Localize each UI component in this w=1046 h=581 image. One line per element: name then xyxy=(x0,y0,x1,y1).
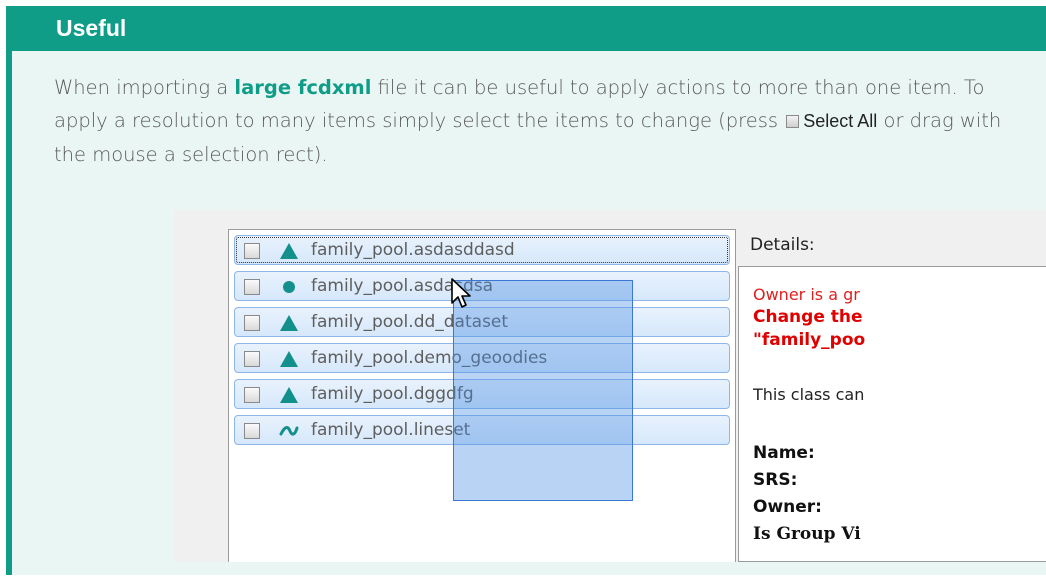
item-list-panel[interactable]: family_pool.asdasddasd family_pool.asdas… xyxy=(228,229,736,562)
item-checkbox[interactable] xyxy=(244,423,260,439)
item-checkbox[interactable] xyxy=(244,387,260,403)
triangle-icon xyxy=(280,387,298,403)
callout-title: Useful xyxy=(12,6,1046,51)
item-label: family_pool.lineset xyxy=(311,420,471,440)
callout-text-part1: When importing a xyxy=(54,76,235,99)
details-change-line: Change the xyxy=(753,307,863,327)
details-warning: Owner is a gr xyxy=(753,285,860,304)
details-field-name: Name: xyxy=(753,443,815,463)
callout-body: When importing a large fcdxml file it ca… xyxy=(54,71,1004,171)
item-checkbox[interactable] xyxy=(244,243,260,259)
drag-selection-rect xyxy=(453,280,633,501)
details-label: Details: xyxy=(750,235,815,255)
triangle-icon xyxy=(280,315,298,331)
details-info: This class can xyxy=(753,385,865,404)
item-label: family_pool.dggdfg xyxy=(311,384,474,404)
item-checkbox[interactable] xyxy=(244,315,260,331)
triangle-icon xyxy=(280,243,298,259)
embedded-screenshot: family_pool.asdasddasd family_pool.asdas… xyxy=(174,210,1046,562)
callout-highlight: large fcdxml xyxy=(234,76,372,99)
item-label: family_pool.asdasddasd xyxy=(311,240,515,260)
details-field-group: Is Group Vi xyxy=(753,524,861,544)
select-all-checkbox-icon xyxy=(786,115,800,128)
details-field-owner: Owner: xyxy=(753,497,822,517)
item-checkbox[interactable] xyxy=(244,279,260,295)
circle-icon xyxy=(283,281,295,293)
details-change-line: "family_poo xyxy=(753,330,866,350)
item-checkbox[interactable] xyxy=(244,351,260,367)
mouse-cursor-icon xyxy=(451,278,471,308)
select-all-reference: Select All xyxy=(803,111,878,131)
triangle-icon xyxy=(280,351,298,367)
list-item[interactable]: family_pool.asdasddasd xyxy=(234,235,730,265)
details-panel: Owner is a gr Change the "family_poo Thi… xyxy=(738,266,1046,562)
wave-icon xyxy=(279,426,299,436)
details-field-srs: SRS: xyxy=(753,470,798,490)
